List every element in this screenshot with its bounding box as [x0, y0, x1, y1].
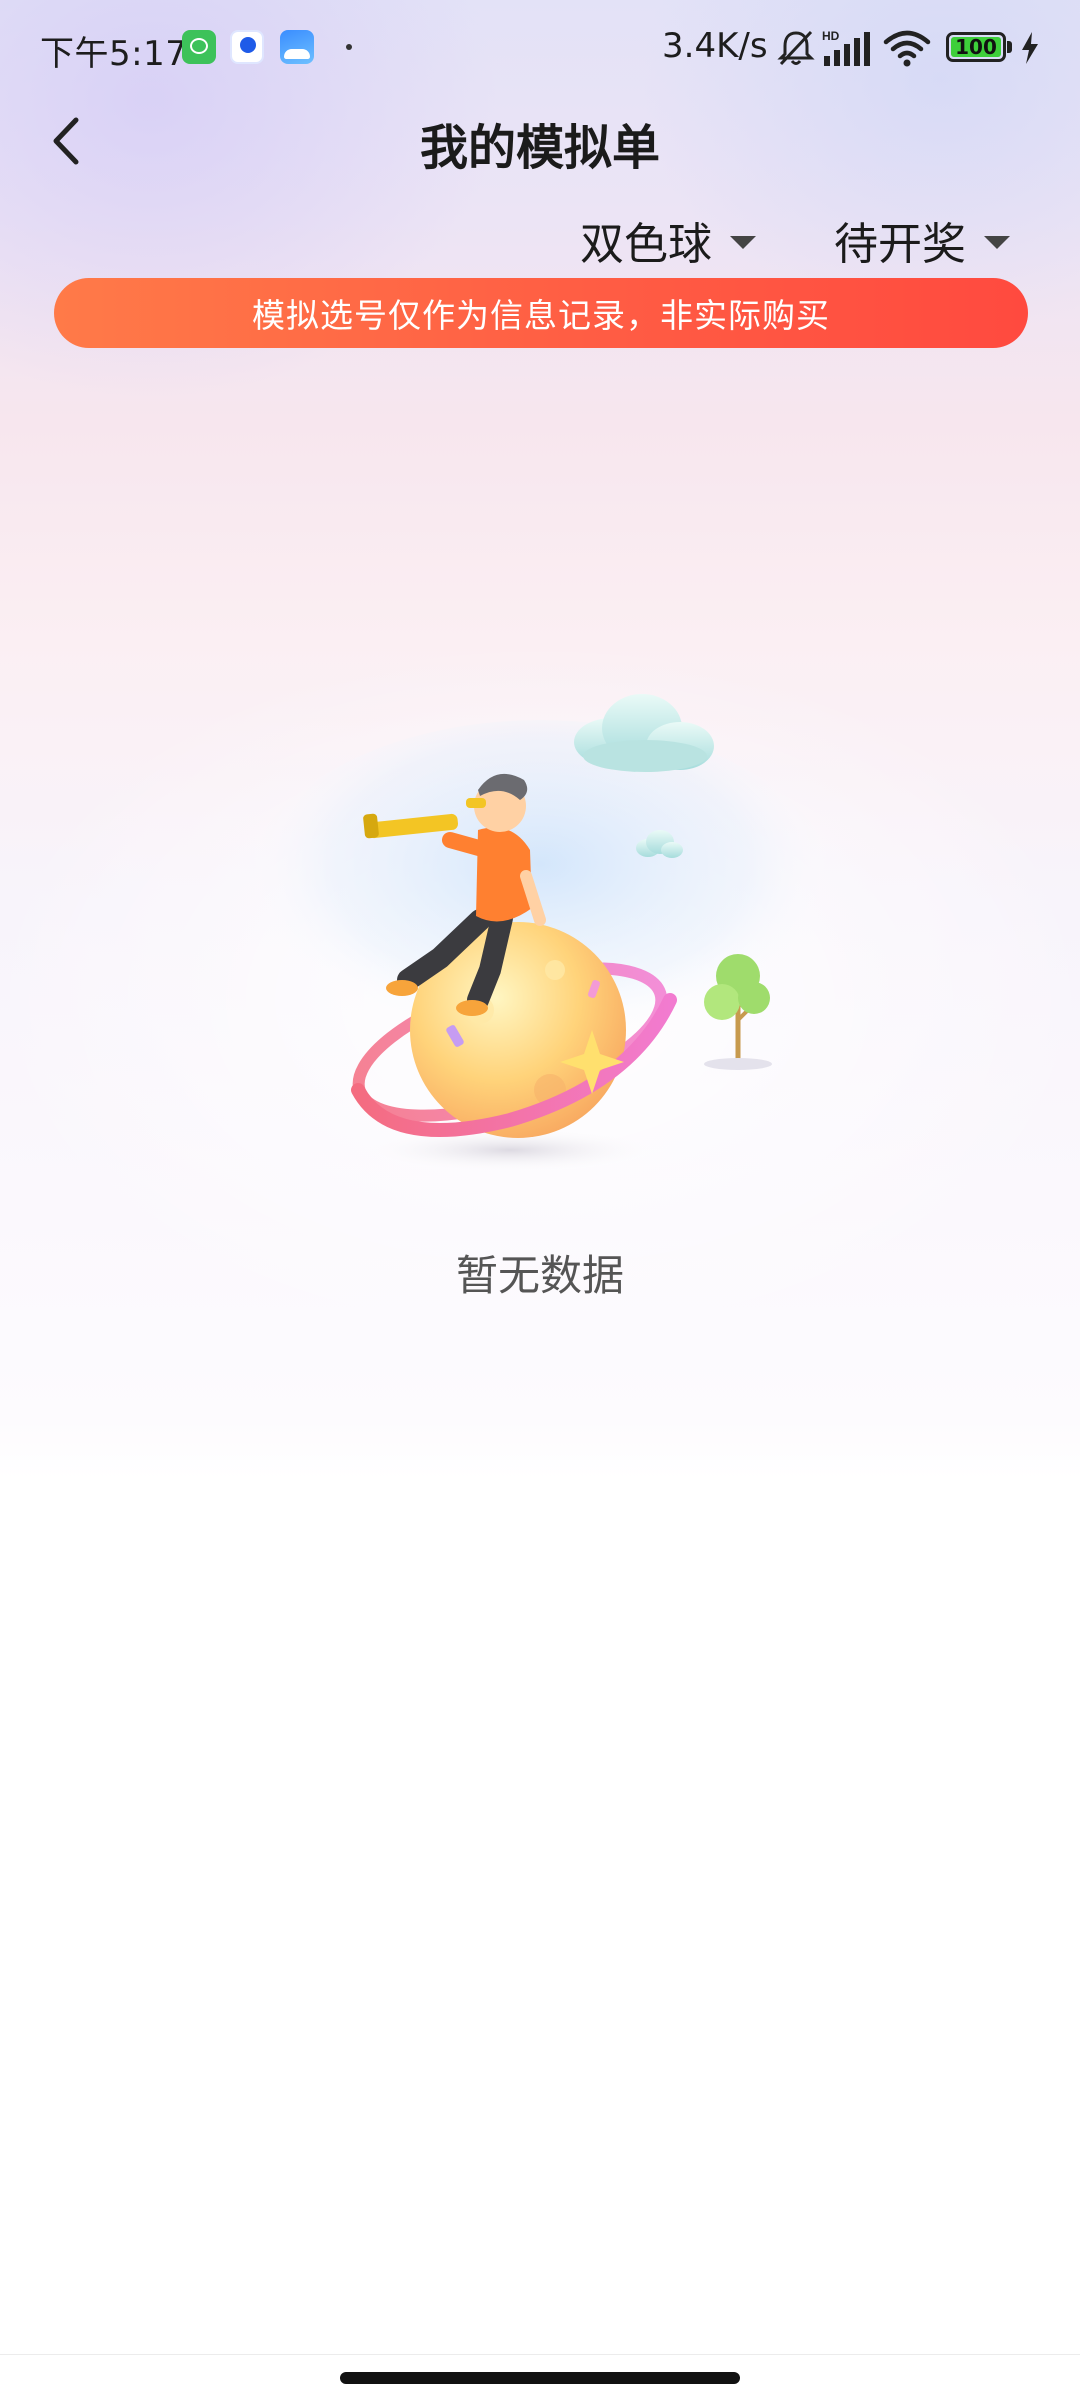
caret-down-icon [730, 235, 756, 249]
hd-signal-icon: HD [822, 29, 870, 66]
draw-status-label: 待开奖 [834, 219, 966, 270]
status-bar: 下午5:17 3.4K/s HD 100 [0, 0, 1080, 96]
wifi-icon [883, 30, 931, 67]
baidu-app-icon [230, 30, 264, 64]
draw-status-dropdown[interactable]: 待开奖 [834, 208, 1010, 272]
caret-down-icon [984, 235, 1010, 249]
battery-level: 100 [955, 35, 997, 59]
screen: 下午5:17 3.4K/s HD 100 我的模拟单 双色球 待开奖 模拟选号仅… [0, 0, 1080, 2400]
notification-dot-icon [346, 44, 352, 50]
notice-text: 模拟选号仅作为信息记录，非实际购买 [252, 296, 830, 335]
status-time: 下午5:17 [40, 34, 188, 74]
net-speed: 3.4K/s [662, 26, 768, 66]
mute-icon [777, 30, 815, 66]
astronaut-on-planet-illustration [240, 694, 840, 1172]
empty-state-text: 暂无数据 [455, 1251, 624, 1300]
nav-header: 我的模拟单 [0, 96, 1080, 184]
battery-cap [1007, 41, 1012, 53]
cloud-app-icon [280, 30, 314, 64]
home-indicator[interactable] [340, 2372, 740, 2384]
lottery-type-dropdown[interactable]: 双色球 [580, 208, 756, 272]
filter-bar: 双色球 待开奖 [0, 200, 1080, 280]
notice-banner: 模拟选号仅作为信息记录，非实际购买 [54, 278, 1028, 348]
battery-icon: 100 [946, 32, 1006, 62]
bottom-divider [0, 2354, 1080, 2355]
wechat-app-icon [182, 30, 216, 64]
svg-text:HD: HD [822, 29, 840, 43]
page-title: 我的模拟单 [419, 120, 660, 176]
lottery-type-label: 双色球 [580, 219, 712, 270]
charging-icon [1022, 32, 1038, 64]
